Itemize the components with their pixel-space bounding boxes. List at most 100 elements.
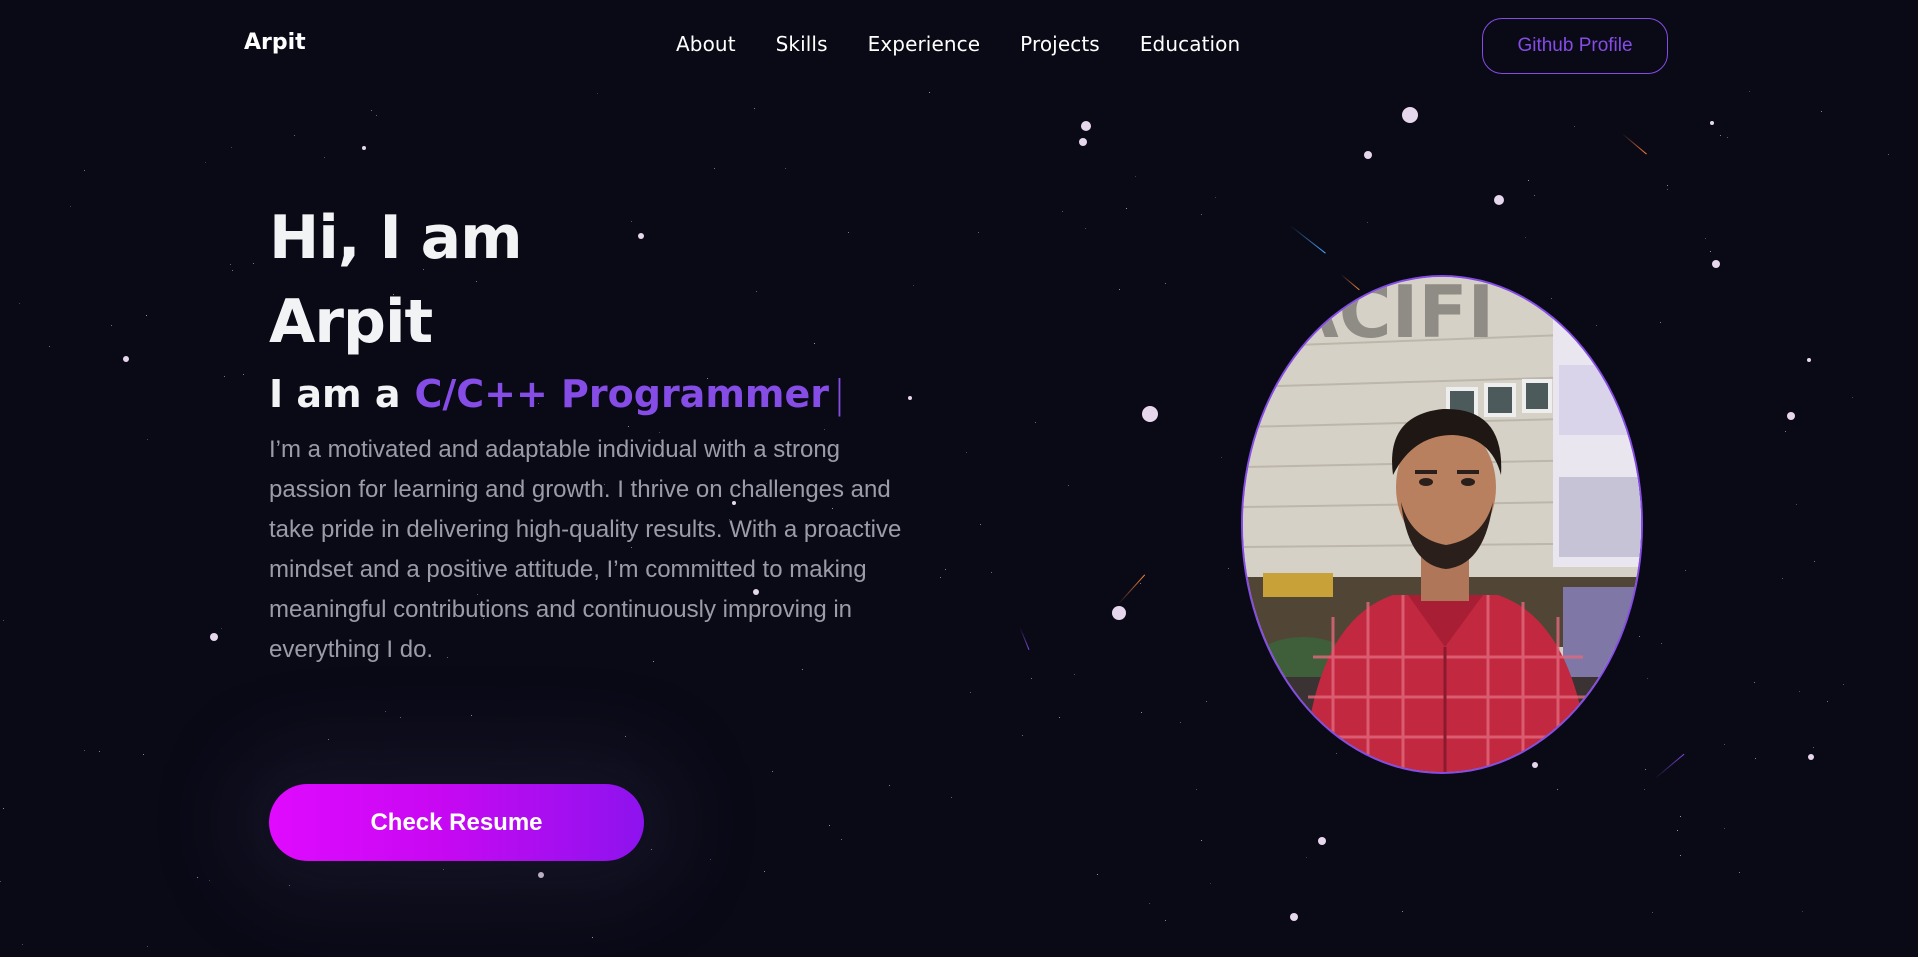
- star: [111, 325, 112, 326]
- shooting-star: [1621, 133, 1647, 155]
- star: [1739, 872, 1740, 873]
- star: [1141, 712, 1142, 713]
- star: [966, 452, 967, 453]
- star: [147, 439, 148, 440]
- star: [970, 692, 971, 693]
- nav-link-experience[interactable]: Experience: [868, 32, 981, 56]
- star: [1710, 121, 1714, 125]
- star: [376, 115, 377, 116]
- star: [1290, 913, 1298, 921]
- star: [1677, 830, 1678, 831]
- star: [1149, 903, 1150, 904]
- star: [754, 108, 755, 109]
- star: [1228, 568, 1229, 569]
- star: [1528, 180, 1529, 181]
- star: [224, 376, 225, 377]
- star: [385, 711, 386, 712]
- star: [230, 264, 231, 265]
- star: [1068, 485, 1069, 486]
- navbar: Arpit About Skills Experience Projects E…: [0, 0, 1918, 92]
- star: [22, 944, 23, 945]
- star: [1852, 397, 1853, 398]
- nav-link-about[interactable]: About: [676, 32, 736, 56]
- star: [328, 739, 329, 740]
- star: [978, 232, 979, 233]
- star: [1785, 431, 1786, 432]
- hero-description: I’m a motivated and adaptable individual…: [269, 436, 902, 663]
- star: [70, 206, 71, 207]
- star: [221, 628, 222, 629]
- nav-link-projects[interactable]: Projects: [1020, 32, 1100, 56]
- check-resume-button[interactable]: Check Resume: [269, 784, 644, 861]
- hero-title-greeting: Hi, I am: [269, 203, 523, 273]
- star: [651, 849, 652, 850]
- star: [714, 168, 715, 169]
- star: [253, 263, 254, 264]
- star: [1059, 717, 1060, 718]
- star: [980, 524, 981, 525]
- star: [538, 872, 544, 878]
- star: [1596, 325, 1597, 326]
- star: [210, 633, 218, 641]
- star: [1799, 691, 1800, 692]
- star: [1085, 228, 1086, 229]
- star: [1727, 137, 1728, 138]
- shooting-star: [1289, 225, 1326, 254]
- star: [1680, 816, 1681, 817]
- star: [1685, 570, 1686, 571]
- star: [1180, 722, 1181, 723]
- star: [3, 808, 4, 809]
- star: [143, 754, 144, 755]
- star: [1306, 857, 1307, 858]
- star: [1720, 135, 1721, 136]
- building-sign-lettering: ACIFI: [1283, 277, 1494, 354]
- star: [592, 937, 593, 938]
- star: [209, 880, 210, 881]
- star: [1525, 237, 1526, 238]
- star: [49, 346, 50, 347]
- star: [1705, 238, 1706, 239]
- github-profile-button[interactable]: Github Profile: [1482, 18, 1668, 74]
- star: [1724, 828, 1725, 829]
- star: [232, 270, 233, 271]
- star: [1557, 789, 1558, 790]
- star: [1647, 678, 1648, 679]
- star: [1551, 298, 1552, 299]
- star: [1336, 753, 1337, 754]
- shooting-star: [1117, 574, 1146, 605]
- star: [1639, 636, 1640, 637]
- star: [1494, 195, 1504, 205]
- profile-photo-illustration: ACIFI: [1243, 277, 1641, 772]
- star: [1035, 422, 1036, 423]
- star: [197, 877, 198, 878]
- star: [1645, 769, 1646, 770]
- hero-intro: Hi, I am Arpit I am a C/C++ Programmer |…: [269, 196, 949, 670]
- star: [1807, 358, 1811, 362]
- star: [205, 162, 206, 163]
- nav-link-education[interactable]: Education: [1140, 32, 1240, 56]
- star: [1667, 189, 1668, 190]
- star: [1755, 758, 1756, 759]
- star: [1574, 126, 1575, 127]
- logo[interactable]: Arpit: [244, 30, 306, 55]
- star: [1221, 457, 1222, 458]
- star: [324, 157, 325, 158]
- star: [1112, 606, 1126, 620]
- star: [1142, 406, 1158, 422]
- star: [243, 374, 244, 375]
- star: [289, 885, 290, 886]
- star: [147, 946, 148, 947]
- star: [1196, 789, 1197, 790]
- nav-link-skills[interactable]: Skills: [776, 32, 828, 56]
- star: [1215, 197, 1216, 198]
- star: [1888, 154, 1889, 155]
- star: [400, 717, 401, 718]
- star: [1680, 855, 1681, 856]
- star: [1782, 578, 1783, 579]
- star: [1081, 121, 1091, 131]
- star: [889, 785, 890, 786]
- star: [1843, 684, 1844, 685]
- shooting-star: [1340, 274, 1360, 291]
- star: [3, 620, 4, 621]
- star: [1814, 561, 1815, 562]
